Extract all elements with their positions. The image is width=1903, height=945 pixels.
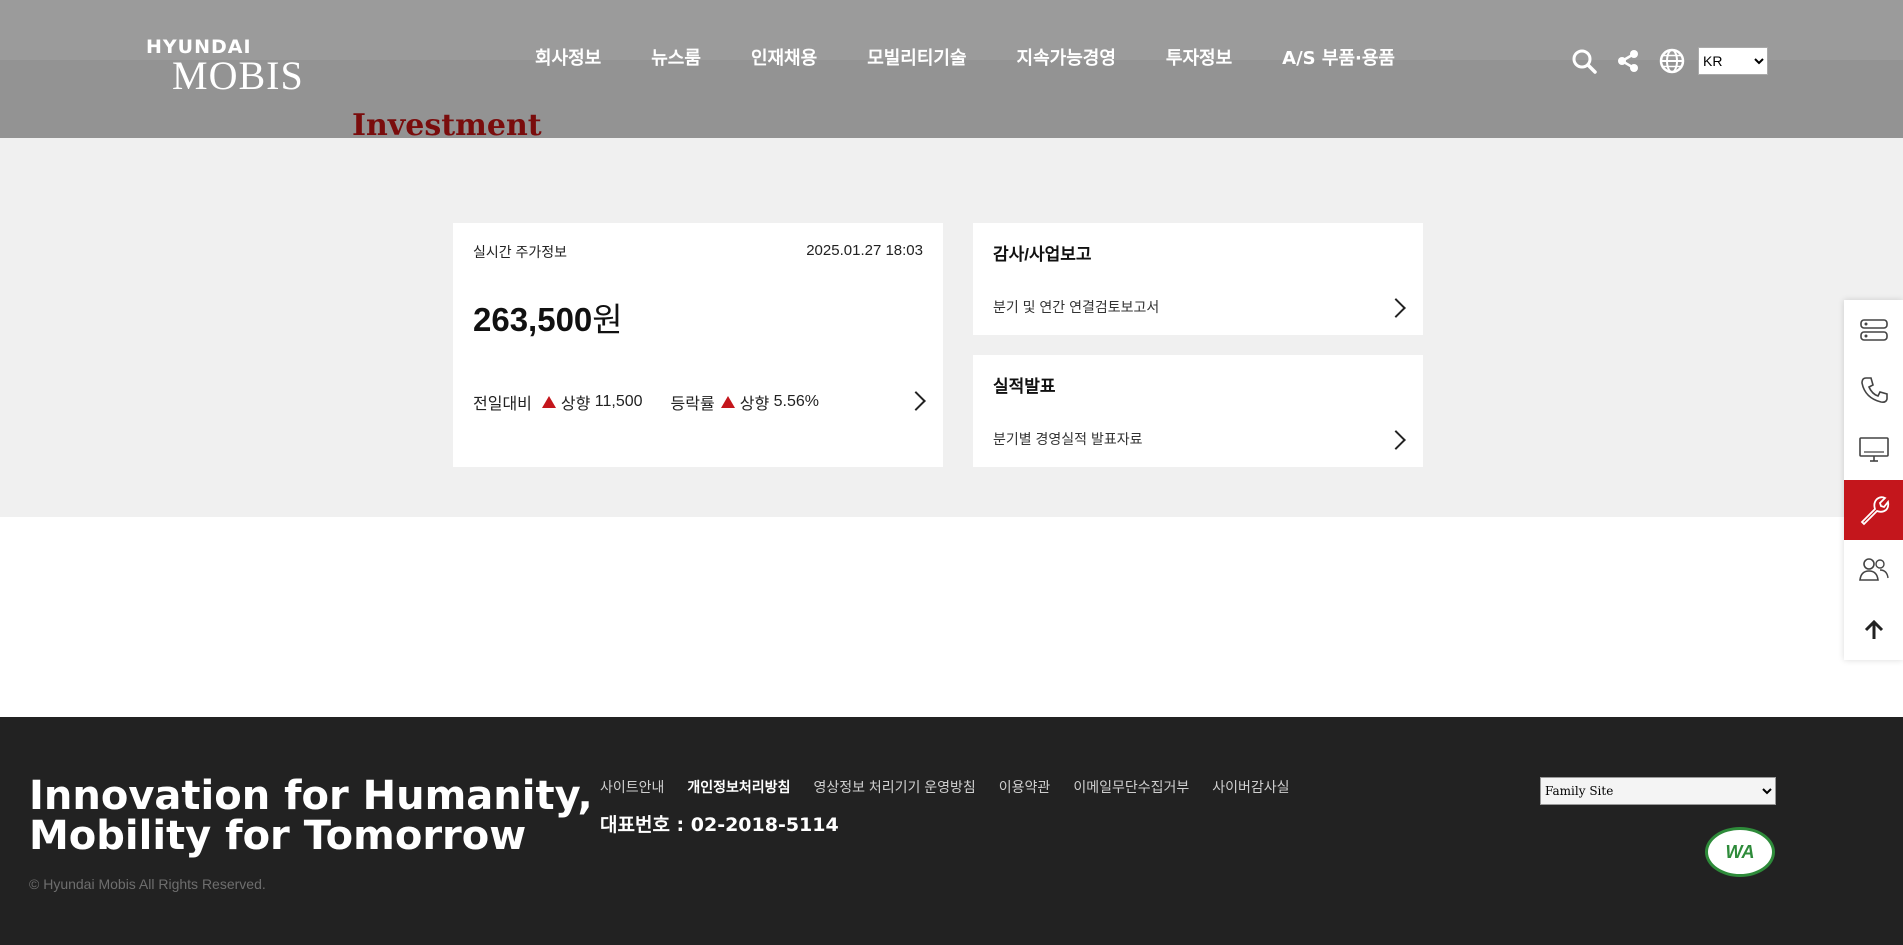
footer-link-terms[interactable]: 이용약관 [999, 777, 1051, 797]
rate-value: 5.56% [773, 393, 819, 410]
search-icon[interactable] [1570, 47, 1598, 75]
quick-menu [1844, 300, 1903, 660]
header-tools: KR [1570, 47, 1768, 75]
chevron-right-icon[interactable] [1386, 430, 1406, 450]
stock-price-unit: 원 [592, 301, 623, 338]
audit-report-card[interactable]: 감사/사업보고 분기 및 연간 연결검토보고서 [973, 223, 1423, 335]
nav-mobility-tech[interactable]: 모빌리티기술 [867, 44, 966, 70]
chevron-right-icon[interactable] [906, 391, 926, 411]
users-icon[interactable] [1844, 540, 1903, 600]
wa-badge-text: WA [1725, 841, 1755, 862]
footer-link-privacy[interactable]: 개인정보처리방침 [687, 777, 790, 797]
main-navigation: 회사정보 뉴스룸 인재채용 모빌리티기술 지속가능경영 투자정보 A/S 부품·… [535, 44, 1445, 70]
share-icon[interactable] [1614, 47, 1642, 75]
nav-newsroom[interactable]: 뉴스룸 [651, 44, 701, 70]
family-site-select[interactable]: Family Site [1540, 777, 1776, 805]
chevron-right-icon[interactable] [1386, 298, 1406, 318]
footer-link-sitemap[interactable]: 사이트안내 [600, 777, 664, 797]
site-footer: Innovation for Humanity, Mobility for To… [0, 717, 1903, 945]
footer-link-cyber-audit[interactable]: 사이버감사실 [1212, 777, 1289, 797]
site-header: HYUNDAI MOBIS 회사정보 뉴스룸 인재채용 모빌리티기술 지속가능경… [0, 0, 1903, 143]
nav-sustainability[interactable]: 지속가능경영 [1017, 44, 1116, 70]
stock-datetime: 2025.01.27 18:03 [806, 242, 923, 259]
footer-links: 사이트안내 개인정보처리방침 영상정보 처리기기 운영방침 이용약관 이메일무단… [600, 777, 1313, 797]
rate-direction: 상향 [739, 396, 770, 413]
footer-link-email-refusal[interactable]: 이메일무단수집거부 [1073, 777, 1189, 797]
copyright: © Hyundai Mobis All Rights Reserved. [29, 876, 266, 892]
earnings-release-card[interactable]: 실적발표 분기별 경영실적 발표자료 [973, 355, 1423, 467]
globe-icon[interactable] [1658, 47, 1686, 75]
stock-info-card: 실시간 주가정보 2025.01.27 18:03 263,500원 전일대비 … [453, 223, 943, 467]
report-card-title: 감사/사업보고 [993, 245, 1092, 264]
investor-summary-band [0, 138, 1903, 517]
change-label: 전일대비 [473, 396, 532, 413]
hyundai-mobis-logo[interactable]: HYUNDAI MOBIS [146, 36, 311, 98]
stock-change-row: 전일대비 상향 11,500 등락률 상향 5.56% [473, 390, 819, 414]
slogan-line-1: Innovation for Humanity, [29, 773, 593, 819]
phone-icon[interactable] [1844, 360, 1903, 420]
nav-company[interactable]: 회사정보 [535, 44, 601, 70]
wrench-icon[interactable] [1844, 480, 1903, 540]
change-value: 11,500 [594, 393, 643, 410]
web-accessibility-badge: WA [1705, 827, 1775, 877]
footer-slogan: Innovation for Humanity, Mobility for To… [29, 776, 593, 856]
slogan-line-2: Mobility for Tomorrow [29, 813, 527, 859]
change-direction: 상향 [560, 396, 591, 413]
nav-careers[interactable]: 인재채용 [751, 44, 817, 70]
representative-phone: 대표번호 : 02-2018-5114 [600, 814, 839, 836]
nav-as-parts[interactable]: A/S 부품·용품 [1282, 44, 1395, 70]
stock-price-value: 263,500 [473, 301, 593, 338]
up-triangle-icon [720, 396, 735, 408]
arrow-up-icon[interactable] [1844, 600, 1903, 660]
rate-label: 등락률 [670, 396, 715, 413]
language-select[interactable]: KR [1698, 47, 1768, 75]
nav-investors[interactable]: 투자정보 [1166, 44, 1232, 70]
report-card-link[interactable]: 분기 및 연간 연결검토보고서 [993, 297, 1159, 317]
up-triangle-icon [541, 396, 556, 408]
logo-main-text: MOBIS [172, 53, 304, 98]
report-card-link[interactable]: 분기별 경영실적 발표자료 [993, 429, 1142, 449]
stock-info-label: 실시간 주가정보 [473, 244, 568, 260]
monitor-icon[interactable] [1844, 420, 1903, 480]
stock-price: 263,500원 [473, 293, 623, 341]
footer-link-cctv-policy[interactable]: 영상정보 처리기기 운영방침 [813, 777, 975, 797]
server-icon[interactable] [1844, 300, 1903, 360]
report-card-title: 실적발표 [993, 377, 1056, 396]
